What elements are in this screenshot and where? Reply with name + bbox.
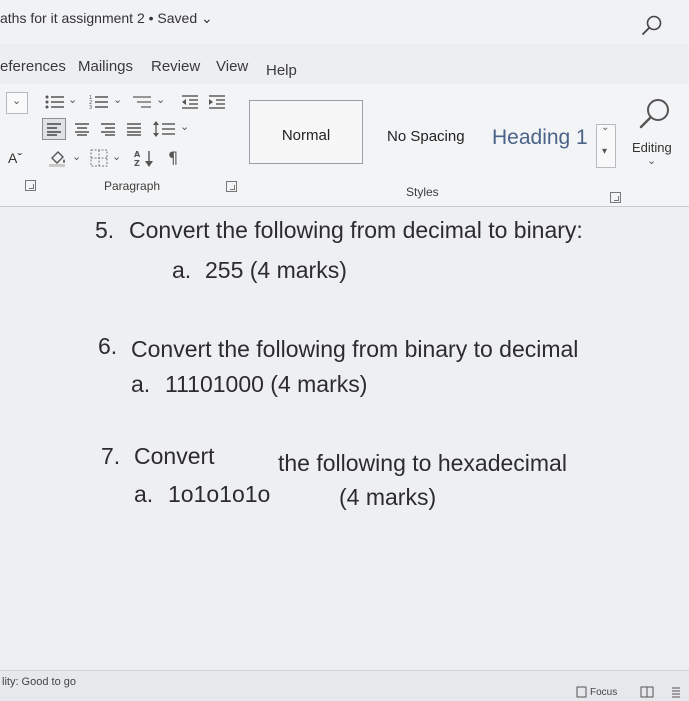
tab-review[interactable]: Review [151,58,200,75]
tab-help[interactable]: Help [266,62,297,79]
style-normal[interactable]: Normal [249,100,363,164]
tab-mailings[interactable]: Mailings [78,58,133,75]
align-center-icon[interactable] [74,122,90,136]
chevron-down-icon[interactable]: ⌄ [180,121,189,132]
question-7-text: the following to hexadecimal [278,450,567,476]
chevron-down-icon[interactable]: ⌄ [72,151,81,162]
paragraph-group-label: Paragraph [104,179,161,193]
focus-icon [576,686,587,698]
search-icon[interactable] [640,14,664,38]
read-mode-icon[interactable] [640,686,654,698]
align-right-icon[interactable] [100,122,116,136]
svg-text:A: A [134,150,141,159]
editing-button[interactable]: Editing [632,140,672,155]
grow-font-button[interactable]: Aˇ [8,150,22,166]
document-title[interactable]: aths for it assignment 2 • Saved ⌄ [0,10,213,27]
chevron-down-icon[interactable]: ⌄ [112,151,121,162]
line-spacing-icon[interactable] [153,121,177,137]
style-heading-1[interactable]: Heading 1 [492,126,588,150]
question-7a-marks: (4 marks) [339,484,437,510]
question-7a-marker: a. [134,481,154,507]
chevron-down-icon[interactable]: ⌄ [156,94,165,105]
dialog-launcher-icon[interactable] [25,180,36,191]
multilevel-list-icon[interactable] [132,94,152,110]
styles-scroll-buttons[interactable]: ⌄ ▾ [596,122,616,168]
chevron-down-icon: ⌄ [601,122,610,133]
editing-search-icon[interactable] [638,97,672,131]
question-6a-marker: a. [131,371,151,397]
tab-references[interactable]: eferences [0,58,66,75]
question-6-text: Convert the following from binary to dec… [131,336,579,362]
question-6a-text: 11101000 (4 marks) [165,371,368,397]
question-7a-value: 1o1o1o1o [168,481,271,507]
question-5-number: 5. [95,217,115,243]
sort-icon[interactable]: AZ [134,149,156,167]
question-5a-marker: a. [172,257,192,283]
question-5-text: Convert the following from decimal to bi… [129,217,583,243]
borders-icon[interactable] [90,149,108,167]
style-no-spacing[interactable]: No Spacing [387,128,465,145]
more-styles-icon: ▾ [602,146,608,157]
tab-view[interactable]: View [216,58,248,75]
shading-icon[interactable] [48,149,68,167]
dialog-launcher-icon[interactable] [226,181,237,192]
focus-button[interactable]: Focus [590,687,617,698]
bullets-icon[interactable] [45,94,65,110]
justify-icon[interactable] [126,122,142,136]
chevron-down-icon[interactable]: ⌄ [647,155,656,166]
svg-text:3: 3 [89,105,92,110]
font-size-dropdown[interactable]: ⌄ [6,92,28,114]
question-7-number: 7. [101,443,121,469]
style-normal-label: Normal [281,127,331,144]
print-layout-icon[interactable] [670,686,682,698]
question-7-word: Convert [134,443,215,469]
svg-text:Z: Z [134,159,140,167]
numbering-icon[interactable]: 123 [89,94,109,110]
pilcrow-icon[interactable]: ¶ [168,150,178,166]
chevron-down-icon: ⌄ [12,94,22,107]
dialog-launcher-icon[interactable] [610,192,621,203]
chevron-down-icon[interactable]: ⌄ [113,94,122,105]
decrease-indent-icon[interactable] [181,94,199,110]
increase-indent-icon[interactable] [208,94,226,110]
align-left-icon [47,123,61,136]
accessibility-status[interactable]: lity: Good to go [2,676,76,688]
styles-group-label: Styles [406,185,439,199]
question-6-number: 6. [98,333,118,359]
question-5a-text: 255 (4 marks) [205,257,347,283]
chevron-down-icon[interactable]: ⌄ [68,94,77,105]
align-left-button[interactable] [42,118,66,140]
